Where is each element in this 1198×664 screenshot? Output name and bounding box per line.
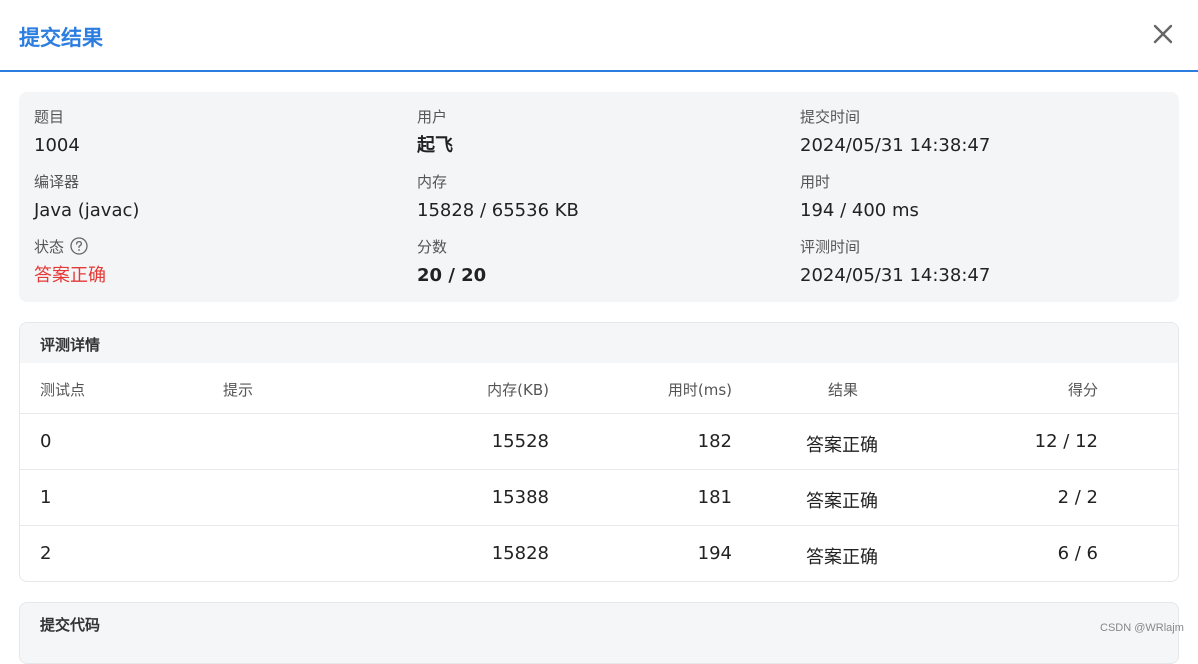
testcase-time: 194 xyxy=(697,543,732,564)
column-header-hint: 提示 xyxy=(223,381,254,399)
table-header-row: 测试点 提示 内存(KB) 用时(ms) 结果 得分 xyxy=(20,363,1178,414)
problem-field: 题目 1004 xyxy=(34,108,80,157)
submit-time-field: 提交时间 2024/05/31 14:38:47 xyxy=(800,108,990,157)
close-icon[interactable] xyxy=(1149,20,1177,48)
score-label: 分数 xyxy=(417,238,448,256)
testcase-memory: 15388 xyxy=(491,487,549,508)
testcase-score: 6 / 6 xyxy=(1057,543,1098,564)
user-label: 用户 xyxy=(417,108,448,126)
memory-label: 内存 xyxy=(417,173,448,191)
testcase-score: 2 / 2 xyxy=(1057,487,1098,508)
dialog-title: 提交结果 xyxy=(19,26,103,50)
column-header-memory: 内存(KB) xyxy=(487,381,549,399)
compiler-label: 编译器 xyxy=(34,173,80,191)
testcase-score: 12 / 12 xyxy=(1034,431,1098,452)
column-header-testcase: 测试点 xyxy=(40,381,86,399)
testcase-time: 182 xyxy=(697,431,732,452)
memory-field: 内存 15828 / 65536 KB xyxy=(417,173,579,222)
judge-time-label: 评测时间 xyxy=(800,238,861,256)
submitted-code-card: 提交代码 xyxy=(19,602,1179,664)
time-field: 用时 194 / 400 ms xyxy=(800,173,919,222)
submit-time-value: 2024/05/31 14:38:47 xyxy=(800,135,991,156)
testcase-result: 答案正确 xyxy=(806,435,878,456)
dialog-header: 提交结果 xyxy=(0,0,1198,72)
table-row: 1 15388 181 答案正确 2 / 2 xyxy=(20,470,1178,526)
problem-label: 题目 xyxy=(34,108,65,126)
submit-time-label: 提交时间 xyxy=(800,108,861,126)
column-header-score: 得分 xyxy=(1067,381,1098,399)
time-label: 用时 xyxy=(800,173,831,191)
testcase-memory: 15828 xyxy=(491,543,549,564)
testcase-result: 答案正确 xyxy=(806,547,878,568)
status-field: 状态 答案正确 xyxy=(34,237,106,287)
testcase-result: 答案正确 xyxy=(806,491,878,512)
judge-details-title: 评测详情 xyxy=(40,336,101,354)
compiler-field: 编译器 Java (javac) xyxy=(34,173,139,222)
testcase-id: 2 xyxy=(40,543,52,564)
testcase-id: 0 xyxy=(40,431,52,452)
column-header-time: 用时(ms) xyxy=(667,381,732,399)
judge-time-value: 2024/05/31 14:38:47 xyxy=(800,265,991,286)
testcase-time: 181 xyxy=(697,487,732,508)
column-header-result: 结果 xyxy=(828,381,859,399)
problem-value[interactable]: 1004 xyxy=(34,135,80,157)
watermark: CSDN @WRlajm xyxy=(1100,622,1184,634)
submission-info-card: 题目 1004 用户 起飞 提交时间 2024/05/31 14:38:47 编… xyxy=(19,92,1179,302)
testcase-id: 1 xyxy=(40,487,52,508)
submitted-code-title: 提交代码 xyxy=(40,616,101,634)
judge-details-card: 评测详情 测试点 提示 内存(KB) 用时(ms) 结果 得分 0 15528 … xyxy=(19,322,1179,582)
status-label: 状态 xyxy=(34,238,65,256)
judge-time-field: 评测时间 2024/05/31 14:38:47 xyxy=(800,238,990,287)
score-field: 分数 20 / 20 xyxy=(417,238,486,287)
score-value: 20 / 20 xyxy=(417,265,487,286)
time-value: 194 / 400 ms xyxy=(800,200,919,221)
memory-value: 15828 / 65536 KB xyxy=(417,200,579,221)
user-field: 用户 起飞 xyxy=(417,108,453,157)
table-row: 0 15528 182 答案正确 12 / 12 xyxy=(20,414,1178,470)
testcase-memory: 15528 xyxy=(491,431,549,452)
user-value[interactable]: 起飞 xyxy=(417,135,453,157)
table-row: 2 15828 194 答案正确 6 / 6 xyxy=(20,526,1178,581)
judge-details-header: 评测详情 xyxy=(20,323,1178,363)
help-icon[interactable] xyxy=(70,237,88,255)
compiler-value: Java (javac) xyxy=(34,200,140,221)
status-value: 答案正确 xyxy=(34,265,106,286)
